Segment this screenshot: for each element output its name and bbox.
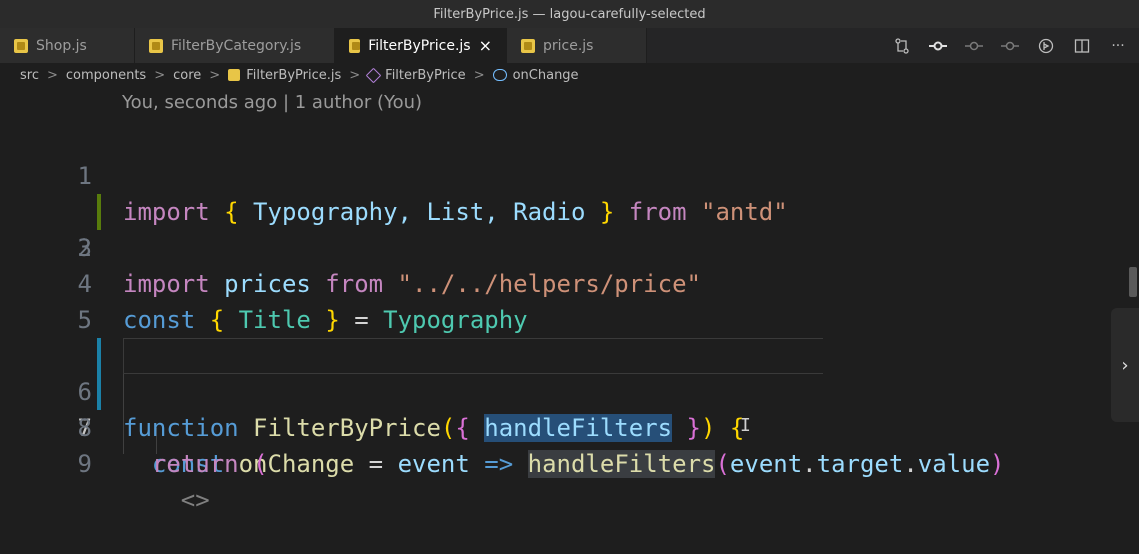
tab-label: price.js — [543, 37, 594, 54]
line-number: 9 — [77, 450, 92, 478]
tab-filter-by-price-js[interactable]: FilterByPrice.js × — [335, 28, 507, 63]
tab-filter-by-category-js[interactable]: FilterByCategory.js — [135, 28, 335, 63]
window-title: FilterByPrice.js — lagou-carefully-selec… — [433, 6, 706, 22]
code-line[interactable]: 2 import prices from "../../helpers/pric… — [0, 158, 1139, 298]
code-line-current[interactable]: 7 const onChange = event => handleFilter… — [0, 338, 1139, 478]
scrollbar-thumb[interactable] — [1129, 267, 1137, 297]
git-commit-prev-icon[interactable] — [965, 37, 983, 55]
tab-label: FilterByPrice.js — [368, 37, 471, 54]
code-line[interactable]: 8 return ( — [0, 374, 1139, 478]
code-line[interactable]: 4 const { Title } = Typography — [0, 230, 1139, 334]
open-changes-icon[interactable] — [1037, 37, 1055, 55]
tab-label: FilterByCategory.js — [171, 37, 302, 54]
javascript-file-icon — [149, 38, 163, 53]
chevron-right-icon: > — [209, 67, 221, 83]
scroll-right-button[interactable]: › — [1111, 308, 1139, 422]
git-compare-icon[interactable] — [893, 37, 911, 55]
chevron-right-icon: > — [473, 67, 485, 83]
code-line[interactable]: 5 — [0, 266, 1139, 334]
tab-price-js[interactable]: price.js — [507, 28, 647, 63]
code-text: <> — [180, 486, 210, 514]
tab-label: Shop.js — [36, 37, 87, 54]
close-icon[interactable]: × — [479, 37, 492, 54]
code-line[interactable]: 1 import { Typography, List, Radio } fro… — [0, 122, 1139, 226]
git-blame-codelens[interactable]: You, seconds ago | 1 author (You) — [122, 92, 422, 113]
breadcrumb-item-src[interactable]: src — [20, 68, 39, 83]
split-editor-icon[interactable] — [1073, 37, 1091, 55]
chevron-right-icon: > — [349, 67, 361, 83]
git-commit-icon[interactable] — [929, 37, 947, 55]
code-line[interactable]: 9 <> — [0, 410, 1139, 514]
editor-toolbar: ··· — [893, 28, 1127, 63]
symbol-variable-icon — [492, 69, 507, 81]
breadcrumb-item-file[interactable]: FilterByPrice.js — [228, 68, 341, 83]
chevron-right-icon: > — [154, 67, 166, 83]
more-actions-icon[interactable]: ··· — [1109, 37, 1127, 55]
chevron-right-icon: › — [1121, 354, 1129, 376]
breadcrumb-item-variable[interactable]: onChange — [492, 68, 579, 83]
tab-shop-js[interactable]: Shop.js — [0, 28, 135, 63]
git-commit-next-icon[interactable] — [1001, 37, 1019, 55]
symbol-method-icon — [365, 67, 382, 83]
code-text: return ( — [151, 450, 268, 478]
code-line[interactable]: 3 — [0, 194, 1139, 262]
breadcrumb-item-core[interactable]: core — [173, 68, 201, 83]
breadcrumb-item-function[interactable]: FilterByPrice — [365, 67, 466, 83]
window-title-bar: FilterByPrice.js — lagou-carefully-selec… — [0, 0, 1139, 29]
javascript-file-icon — [228, 69, 241, 81]
text-cursor-icon: I — [740, 415, 751, 436]
javascript-file-icon — [521, 38, 535, 53]
chevron-right-icon: > — [46, 67, 58, 83]
breadcrumb-item-components[interactable]: components — [66, 68, 146, 83]
breadcrumb: src > components > core > FilterByPrice.… — [0, 63, 1139, 87]
code-line[interactable]: 6 function FilterByPrice({ handleFilters… — [0, 302, 1139, 442]
code-editor[interactable]: 1 import { Typography, List, Radio } fro… — [0, 122, 1139, 514]
javascript-file-icon — [14, 38, 28, 53]
javascript-file-icon — [349, 38, 361, 53]
